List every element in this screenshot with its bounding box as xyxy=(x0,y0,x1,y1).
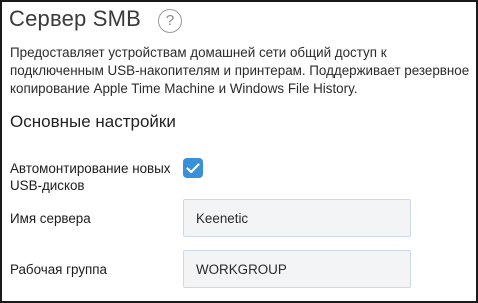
automount-checkbox[interactable] xyxy=(183,158,203,178)
server-name-input[interactable] xyxy=(183,199,411,237)
workgroup-label: Рабочая группа xyxy=(10,262,107,277)
section-title: Основные настройки xyxy=(10,112,176,131)
page-title: Сервер SMB xyxy=(9,6,142,31)
workgroup-input[interactable] xyxy=(183,250,411,288)
description-text: Предоставляет устройствам домашней сети … xyxy=(10,45,470,96)
automount-label: Автомонтирование новых USB-дисков xyxy=(10,161,171,193)
help-icon[interactable]: ? xyxy=(158,9,182,33)
server-name-label: Имя сервера xyxy=(10,211,91,226)
smb-server-panel: Сервер SMB ? Предоставляет устройствам д… xyxy=(0,0,478,303)
checkmark-icon xyxy=(186,162,200,173)
